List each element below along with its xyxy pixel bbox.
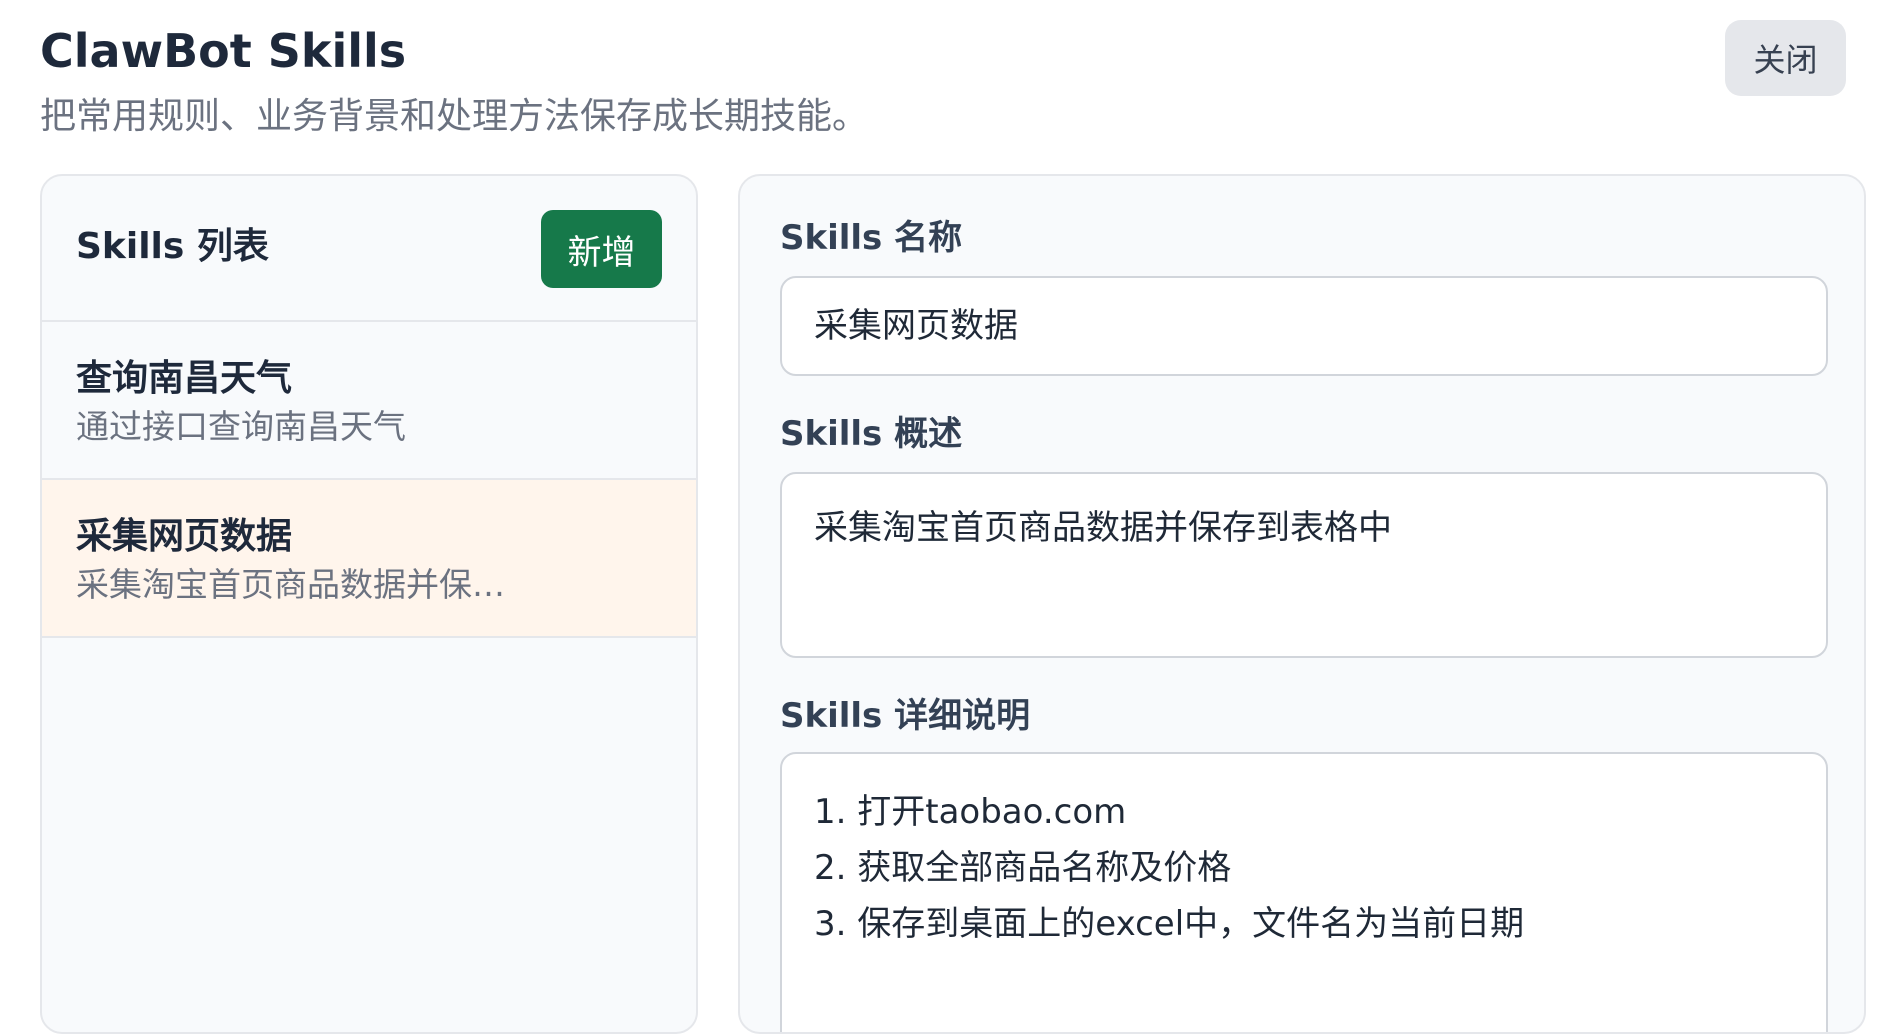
close-button[interactable]: 关闭	[1725, 20, 1846, 96]
skills-list-panel: Skills 列表 新增 查询南昌天气 通过接口查询南昌天气 采集网页数据 采集…	[40, 174, 698, 1034]
skill-summary-label: Skills 概述	[780, 414, 963, 454]
skills-list-title: Skills 列表	[76, 226, 269, 267]
skills-list-header: Skills 列表 新增	[42, 176, 696, 322]
skill-editor-panel: Skills 名称 采集网页数据 Skills 概述 采集淘宝首页商品数据并保存…	[738, 174, 1866, 1034]
add-skill-button[interactable]: 新增	[541, 210, 662, 288]
detail-line: 1. 打开taobao.com	[814, 792, 1127, 832]
skill-item-desc: 采集淘宝首页商品数据并保存...	[76, 565, 536, 604]
page-subtitle: 把常用规则、业务背景和处理方法保存成长期技能。	[40, 96, 869, 137]
skill-detail-label: Skills 详细说明	[780, 696, 1031, 736]
page-title: ClawBot Skills	[40, 24, 407, 78]
skill-item-desc: 通过接口查询南昌天气	[76, 407, 406, 446]
detail-line: 3. 保存到桌面上的excel中，文件名为当前日期	[814, 904, 1525, 944]
skill-detail-textarea[interactable]: 1. 打开taobao.com 2. 获取全部商品名称及价格 3. 保存到桌面上…	[780, 752, 1828, 1032]
detail-line: 2. 获取全部商品名称及价格	[814, 848, 1232, 888]
skill-item-weather[interactable]: 查询南昌天气 通过接口查询南昌天气	[42, 322, 696, 480]
skill-item-scrape[interactable]: 采集网页数据 采集淘宝首页商品数据并保存...	[42, 480, 696, 638]
skill-summary-textarea[interactable]: 采集淘宝首页商品数据并保存到表格中	[780, 472, 1828, 658]
skill-name-input[interactable]: 采集网页数据	[780, 276, 1828, 376]
skill-item-name: 采集网页数据	[76, 516, 293, 557]
skill-item-name: 查询南昌天气	[76, 358, 293, 399]
page-header: ClawBot Skills 把常用规则、业务背景和处理方法保存成长期技能。 关…	[40, 20, 1846, 140]
skill-name-label: Skills 名称	[780, 218, 963, 258]
